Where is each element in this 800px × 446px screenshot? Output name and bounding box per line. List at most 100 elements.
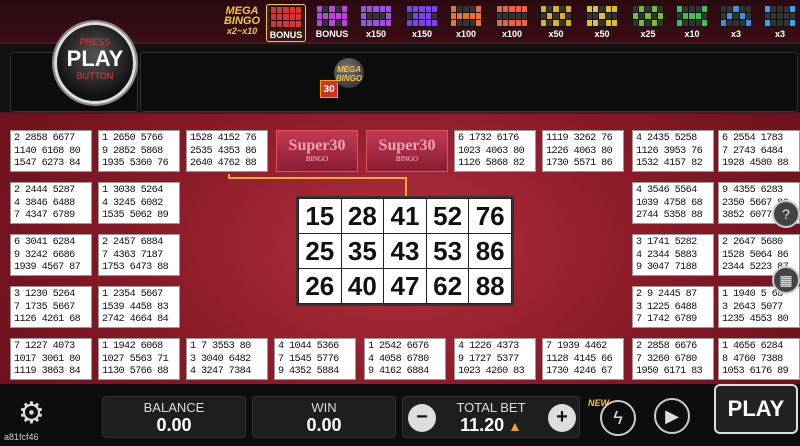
bingo-card[interactable]: 4 1044 5366 7 1545 5776 9 4352 5884 — [274, 338, 356, 380]
bingo-card[interactable]: 2 9 2445 87 3 1225 6488 7 1742 6789 — [632, 286, 714, 328]
bingo-card[interactable]: 6 3041 6284 9 3242 6686 1939 4567 87 — [10, 234, 92, 276]
card-row: 4 2344 5883 — [636, 249, 697, 261]
bingo-card[interactable]: 1528 4152 76 2535 4353 86 2640 4762 88 — [186, 130, 268, 172]
card-row: 1130 5766 88 — [102, 366, 169, 377]
card-row: 1 3038 5264 — [102, 185, 163, 196]
zoomed-card-cell: 28 — [340, 198, 385, 234]
pattern-grid — [316, 5, 348, 27]
card-row: 1140 6168 80 — [14, 145, 81, 157]
card-row: 1532 4157 82 — [636, 158, 703, 169]
bingo-card[interactable]: 2 2858 6676 7 3260 6780 1950 6171 83 — [632, 338, 714, 380]
card-row: 1939 4567 87 — [14, 262, 81, 273]
bingo-card[interactable]: 2 2858 6677 1140 6168 80 1547 6273 84 — [10, 130, 92, 172]
card-row: 4 4058 6780 — [368, 353, 429, 365]
bingo-card[interactable]: 7 1939 4462 1128 4145 66 1730 4246 67 — [542, 338, 624, 380]
mega-bingo-ball: MEGA BINGO — [334, 58, 364, 88]
bingo-card[interactable]: 6 2554 1783 7 2743 6484 1928 4580 88 — [718, 130, 800, 172]
help-icon[interactable]: ? — [772, 200, 800, 228]
bingo-card[interactable]: 4 3546 5564 1039 4758 68 2744 5358 88 — [632, 182, 714, 224]
pattern-5: x100 — [492, 4, 532, 42]
card-row: 1126 4261 68 — [14, 314, 81, 325]
bingo-card[interactable]: 1119 3262 76 1226 4063 80 1730 5571 86 — [542, 130, 624, 172]
pattern-7: x50 — [582, 4, 622, 42]
bingo-card[interactable]: 7 1227 4073 1017 3061 80 1119 3863 84 — [10, 338, 92, 380]
card-row: 1 4656 6284 — [722, 341, 783, 352]
card-row: 9 4162 6884 — [368, 366, 429, 377]
card-row: 9 3047 7188 — [636, 262, 697, 273]
autoplay-icon[interactable]: ▶ — [654, 398, 690, 434]
pattern-label: x50 — [594, 29, 610, 39]
card-row: 2 2444 5287 — [14, 185, 75, 196]
pattern-label: BONUS — [315, 29, 349, 39]
lightning-icon[interactable]: ϟ — [600, 400, 636, 436]
bingo-card[interactable]: 4 2435 5258 1126 3953 76 1532 4157 82 — [632, 130, 714, 172]
play-button[interactable]: PLAY — [714, 384, 798, 434]
press-play-button[interactable]: PRESS PLAY BUTTON — [54, 22, 136, 104]
increase-bet-button[interactable]: + — [548, 404, 576, 432]
bingo-card[interactable]: 2 2444 5287 4 3846 6488 7 4347 6789 — [10, 182, 92, 224]
bingo-card[interactable]: 1 2650 5766 9 2852 5868 1935 5360 76 — [98, 130, 180, 172]
bingo-card[interactable]: 3 1230 5264 7 1735 5667 1126 4261 68 — [10, 286, 92, 328]
connector-line — [405, 177, 407, 196]
card-row: 1 7 3553 80 — [190, 341, 251, 352]
bingo-card[interactable]: 2 2457 6884 7 4363 7187 1753 6473 88 — [98, 234, 180, 276]
bet-triangle-icon[interactable]: ▲ — [504, 418, 522, 434]
card-row: 4 3245 6082 — [102, 197, 163, 209]
card-row: 2 2858 6676 — [636, 341, 697, 352]
bingo-card[interactable]: 6 1732 6176 1023 4063 80 1126 5868 82 — [454, 130, 536, 172]
gear-icon[interactable]: ⚙ — [18, 398, 50, 430]
card-row: 7 1227 4073 — [14, 341, 75, 352]
zoomed-card-cell: 62 — [425, 268, 470, 304]
card-row: 3 1741 5282 — [636, 237, 697, 248]
card-row: 7 1742 6789 — [636, 314, 697, 325]
card-row: 1547 6273 84 — [14, 158, 81, 169]
bingo-card[interactable]: 1 2542 6676 4 4058 6780 9 4162 6884 — [364, 338, 446, 380]
pattern-label: x3 — [774, 29, 785, 39]
zoomed-card-cell: 47 — [383, 268, 427, 304]
pattern-grid — [586, 5, 618, 27]
pattern-2: x150 — [356, 4, 396, 42]
card-row: 4 2435 5258 — [636, 133, 697, 144]
zoomed-card-cell: 40 — [340, 268, 385, 304]
zoomed-card-cell: 26 — [298, 268, 342, 304]
pattern-11: x3 — [760, 4, 800, 42]
grid-icon[interactable]: ▦ — [772, 266, 800, 294]
card-row: 1017 3061 80 — [14, 353, 81, 365]
ball-track — [140, 52, 798, 112]
pattern-0: BONUS — [266, 4, 306, 42]
bingo-card[interactable]: 1 2354 5667 1539 4458 83 2742 4664 84 — [98, 286, 180, 328]
bingo-card[interactable]: 4 1226 4373 9 1727 5377 1023 4260 83 — [454, 338, 536, 380]
zoomed-card-cell: 25 — [298, 233, 342, 269]
card-row: 1928 4580 88 — [722, 158, 789, 169]
card-row: 1730 4246 67 — [546, 366, 613, 377]
card-row: 9 3242 6686 — [14, 249, 75, 261]
decrease-bet-button[interactable]: − — [408, 404, 436, 432]
card-row: 2 9 2445 87 — [636, 289, 697, 300]
pattern-6: x50 — [536, 4, 576, 42]
card-row: 1539 4458 83 — [102, 301, 169, 313]
bingo-card[interactable]: 1 4656 6284 8 4760 7388 1053 6176 89 — [718, 338, 800, 380]
pattern-label: x50 — [548, 29, 564, 39]
card-row: 2742 4664 84 — [102, 314, 169, 325]
card-row: 4 1226 4373 — [458, 341, 519, 352]
bingo-card[interactable]: 1 7 3553 80 3 3040 6482 4 3247 7384 — [186, 338, 268, 380]
pattern-label: x10 — [684, 29, 700, 39]
bingo-card[interactable]: 3 1741 5282 4 2344 5883 9 3047 7188 — [632, 234, 714, 276]
zoomed-card-cell: 15 — [298, 198, 342, 234]
zoomed-card-cell: 53 — [425, 233, 470, 269]
card-row: 1126 3953 76 — [636, 145, 703, 157]
card-row: 1935 5360 76 — [102, 158, 169, 169]
bingo-card[interactable]: 1 3038 5264 4 3245 6082 1535 5062 89 — [98, 182, 180, 224]
pattern-4: x100 — [446, 4, 486, 42]
zoomed-card: 15 28 41 52 76 25 35 43 53 86 26 40 47 62 88 — [296, 196, 514, 306]
card-row: 1 2542 6676 — [368, 341, 429, 352]
pattern-grid — [450, 5, 482, 27]
pattern-label: x100 — [501, 29, 523, 39]
pattern-grid — [764, 5, 796, 27]
bingo-card[interactable]: 1 1942 6068 1027 5563 71 1130 5766 88 — [98, 338, 180, 380]
card-row: 4 3546 5564 — [636, 185, 697, 196]
pattern-grid — [676, 5, 708, 27]
card-row: 7 4363 7187 — [102, 249, 163, 261]
card-row: 1730 5571 86 — [546, 158, 613, 169]
card-row: 3 1225 6488 — [636, 301, 697, 313]
